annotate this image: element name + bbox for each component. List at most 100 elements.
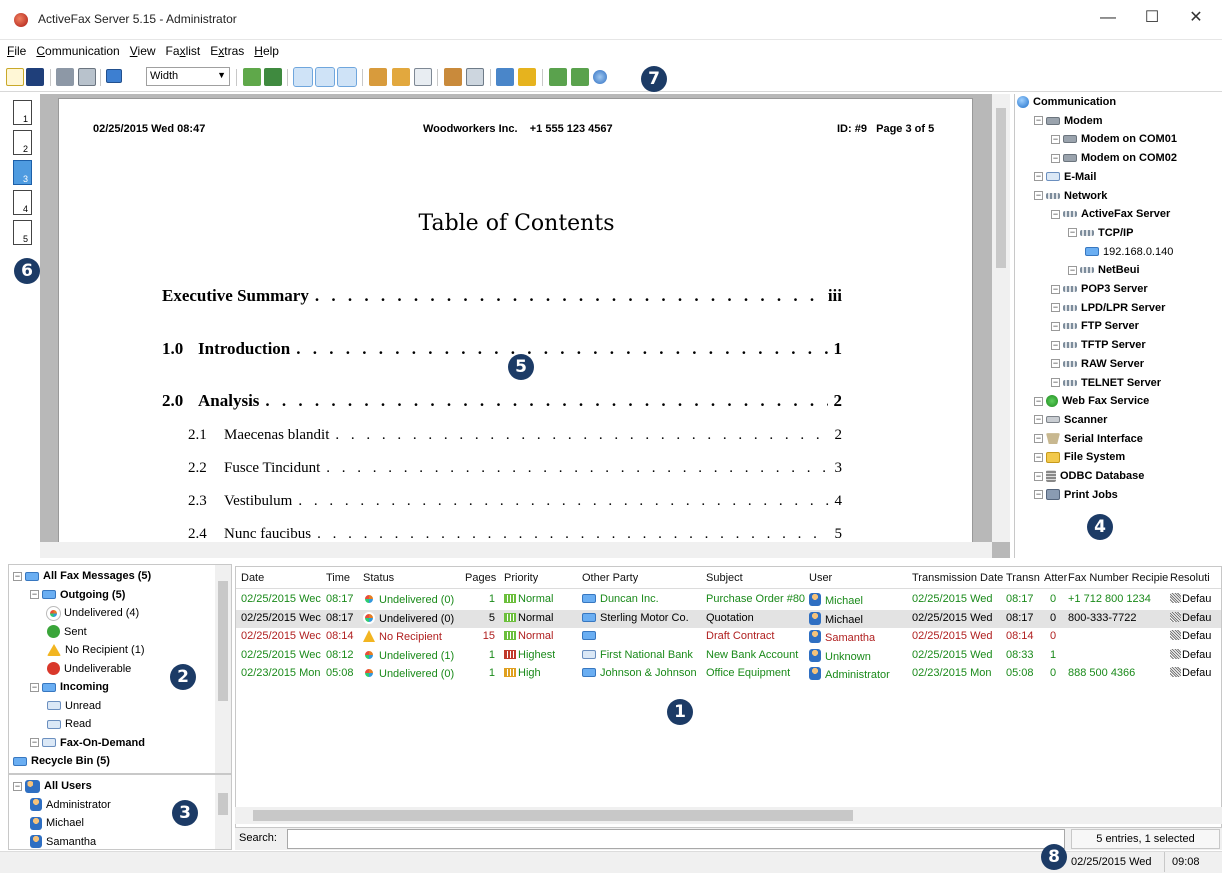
table-row[interactable]: 02/23/2015 Mon 05:08 Undelivered (0) 1 High J… — [236, 665, 1221, 683]
tree-node-e-mail[interactable]: − E-Mail — [1034, 169, 1096, 185]
column-header-subject[interactable]: Subject — [706, 572, 743, 584]
collapse-toggle-icon[interactable]: − — [1051, 378, 1060, 387]
collapse-toggle-icon[interactable]: − — [1034, 396, 1043, 406]
menu-communication[interactable]: Communication — [31, 42, 124, 60]
column-header-fax-number-recipie[interactable]: Fax Number Recipie — [1068, 572, 1168, 584]
collapse-toggle-icon[interactable]: − — [30, 682, 39, 692]
scroll-thumb[interactable] — [218, 581, 228, 701]
users-icon[interactable] — [369, 68, 387, 86]
tree-node-outgoing-5[interactable]: − Outgoing (5) — [30, 587, 125, 603]
print-preview-icon[interactable] — [78, 68, 96, 86]
tree-node-no-recipient-1[interactable]: No Recipient (1) — [47, 642, 144, 658]
tree-node-undelivered-4[interactable]: Undelivered (4) — [46, 605, 139, 621]
minimize-button[interactable]: — — [1086, 4, 1130, 34]
tree-node-network[interactable]: − Network — [1034, 188, 1107, 204]
scroll-thumb[interactable] — [996, 108, 1006, 268]
page-thumbnail[interactable]: 3 — [13, 160, 32, 185]
tree-node-print-jobs[interactable]: − Print Jobs — [1034, 487, 1118, 503]
download-icon[interactable] — [571, 68, 589, 86]
tree-node-recycle-bin-5[interactable]: Recycle Bin (5) — [13, 753, 110, 769]
tree-node-read[interactable]: Read — [47, 716, 91, 732]
tree-node-communication[interactable]: Communication — [1017, 94, 1116, 110]
tree-node-192-168-0-140[interactable]: 192.168.0.140 — [1085, 244, 1173, 260]
phonebook-icon[interactable] — [392, 68, 410, 86]
fax-add-icon[interactable] — [243, 68, 261, 86]
tree-node-unread[interactable]: Unread — [47, 698, 101, 714]
fax-forward-icon[interactable] — [264, 68, 282, 86]
view-preview-icon[interactable] — [315, 67, 335, 87]
tree-node-web-fax-service[interactable]: − Web Fax Service — [1034, 393, 1149, 409]
column-header-priority[interactable]: Priority — [504, 572, 538, 584]
tree-node-incoming[interactable]: − Incoming — [30, 679, 109, 695]
column-header-pages[interactable]: Pages — [465, 572, 496, 584]
collapse-toggle-icon[interactable]: − — [1051, 359, 1060, 369]
collapse-toggle-icon[interactable]: − — [1034, 116, 1043, 126]
collapse-toggle-icon[interactable]: − — [1034, 191, 1043, 200]
scroll-thumb[interactable] — [218, 793, 228, 815]
tree-node-odbc-database[interactable]: − ODBC Database — [1034, 468, 1144, 484]
collapse-toggle-icon[interactable]: − — [30, 590, 39, 599]
page-thumbnail[interactable]: 2 — [13, 130, 32, 155]
tree-node-sent[interactable]: Sent — [47, 624, 87, 640]
close-button[interactable]: ✕ — [1174, 4, 1218, 34]
tree-node-all-fax-messages-5[interactable]: − All Fax Messages (5) — [13, 568, 151, 584]
list-horizontal-scrollbar[interactable] — [235, 807, 1222, 824]
tree-node-all-users[interactable]: − All Users — [13, 778, 92, 794]
upload-icon[interactable] — [549, 68, 567, 86]
title-bar[interactable]: ActiveFax Server 5.15 - Administrator — … — [0, 0, 1222, 40]
collapse-toggle-icon[interactable]: − — [13, 781, 22, 791]
tree-node-michael[interactable]: Michael — [30, 815, 84, 831]
column-header-atter[interactable]: Atter — [1044, 572, 1067, 584]
table-row[interactable]: 02/25/2015 Wec 08:14 No Recipient 15 Normal D… — [236, 628, 1221, 646]
tree-node-modem[interactable]: − Modem — [1034, 113, 1103, 129]
collapse-toggle-icon[interactable]: − — [1051, 284, 1060, 294]
tree-node-administrator[interactable]: Administrator — [30, 797, 111, 813]
collapse-toggle-icon[interactable]: − — [1051, 321, 1060, 331]
folder-scrollbar[interactable] — [215, 565, 231, 773]
key-icon[interactable] — [518, 68, 536, 86]
tree-node-activefax-server[interactable]: − ActiveFax Server — [1051, 206, 1170, 222]
collapse-toggle-icon[interactable]: − — [1034, 490, 1043, 500]
tree-node-undeliverable[interactable]: Undeliverable — [47, 661, 131, 677]
view-detail-icon[interactable] — [337, 67, 357, 87]
search-input[interactable] — [287, 829, 1065, 849]
column-header-time[interactable]: Time — [326, 572, 350, 584]
tree-node-raw-server[interactable]: − RAW Server — [1051, 356, 1144, 372]
table-row[interactable]: 02/25/2015 Wec 08:17 Undelivered (0) 5 Norma… — [236, 609, 1221, 628]
settings-icon[interactable] — [496, 68, 514, 86]
page-thumbnail[interactable]: 4 — [13, 190, 32, 215]
document-preview[interactable]: 02/25/2015 Wed 08:47 Woodworkers Inc. +1… — [40, 94, 1010, 558]
cover-page-icon[interactable] — [444, 68, 462, 86]
collapse-toggle-icon[interactable]: − — [1051, 303, 1060, 313]
collapse-toggle-icon[interactable]: − — [1068, 228, 1077, 238]
view-list-icon[interactable] — [293, 67, 313, 87]
tree-node-pop3-server[interactable]: − POP3 Server — [1051, 281, 1148, 297]
menu-help[interactable]: Help — [249, 42, 284, 60]
preview-horizontal-scrollbar[interactable] — [40, 542, 992, 558]
page-thumbnail[interactable]: 1 — [13, 100, 32, 125]
tree-node-netbeui[interactable]: − NetBeui — [1068, 262, 1140, 278]
tree-node-samantha[interactable]: Samantha — [30, 834, 96, 850]
tree-node-serial-interface[interactable]: − Serial Interface — [1034, 431, 1143, 447]
tree-node-fax-on-demand[interactable]: − Fax-On-Demand — [30, 735, 145, 751]
collapse-toggle-icon[interactable]: − — [1034, 452, 1043, 462]
tree-node-modem-on-com01[interactable]: − Modem on COM01 — [1051, 131, 1177, 147]
window-icon[interactable] — [466, 68, 484, 86]
column-header-transmission-date[interactable]: Transmission Date — [912, 572, 1003, 584]
collapse-toggle-icon[interactable]: − — [1051, 340, 1060, 350]
help-icon[interactable] — [593, 70, 607, 84]
menu-extras[interactable]: Extras — [205, 42, 249, 60]
tree-node-scanner[interactable]: − Scanner — [1034, 412, 1107, 428]
collapse-toggle-icon[interactable]: − — [30, 738, 39, 747]
document-icon[interactable] — [414, 68, 432, 86]
tree-node-telnet-server[interactable]: − TELNET Server — [1051, 375, 1161, 391]
print-icon[interactable] — [56, 68, 74, 86]
tree-node-ftp-server[interactable]: − FTP Server — [1051, 318, 1139, 334]
collapse-toggle-icon[interactable]: − — [1034, 471, 1043, 481]
table-row[interactable]: 02/25/2015 Wec 08:17 Undelivered (0) 1 Norma… — [236, 591, 1221, 609]
column-header-user[interactable]: User — [809, 572, 832, 584]
column-header-resoluti[interactable]: Resoluti — [1170, 572, 1210, 584]
menu-faxlist[interactable]: Faxlist — [161, 42, 206, 60]
maximize-button[interactable]: ☐ — [1130, 4, 1174, 34]
collapse-toggle-icon[interactable]: − — [13, 571, 22, 581]
